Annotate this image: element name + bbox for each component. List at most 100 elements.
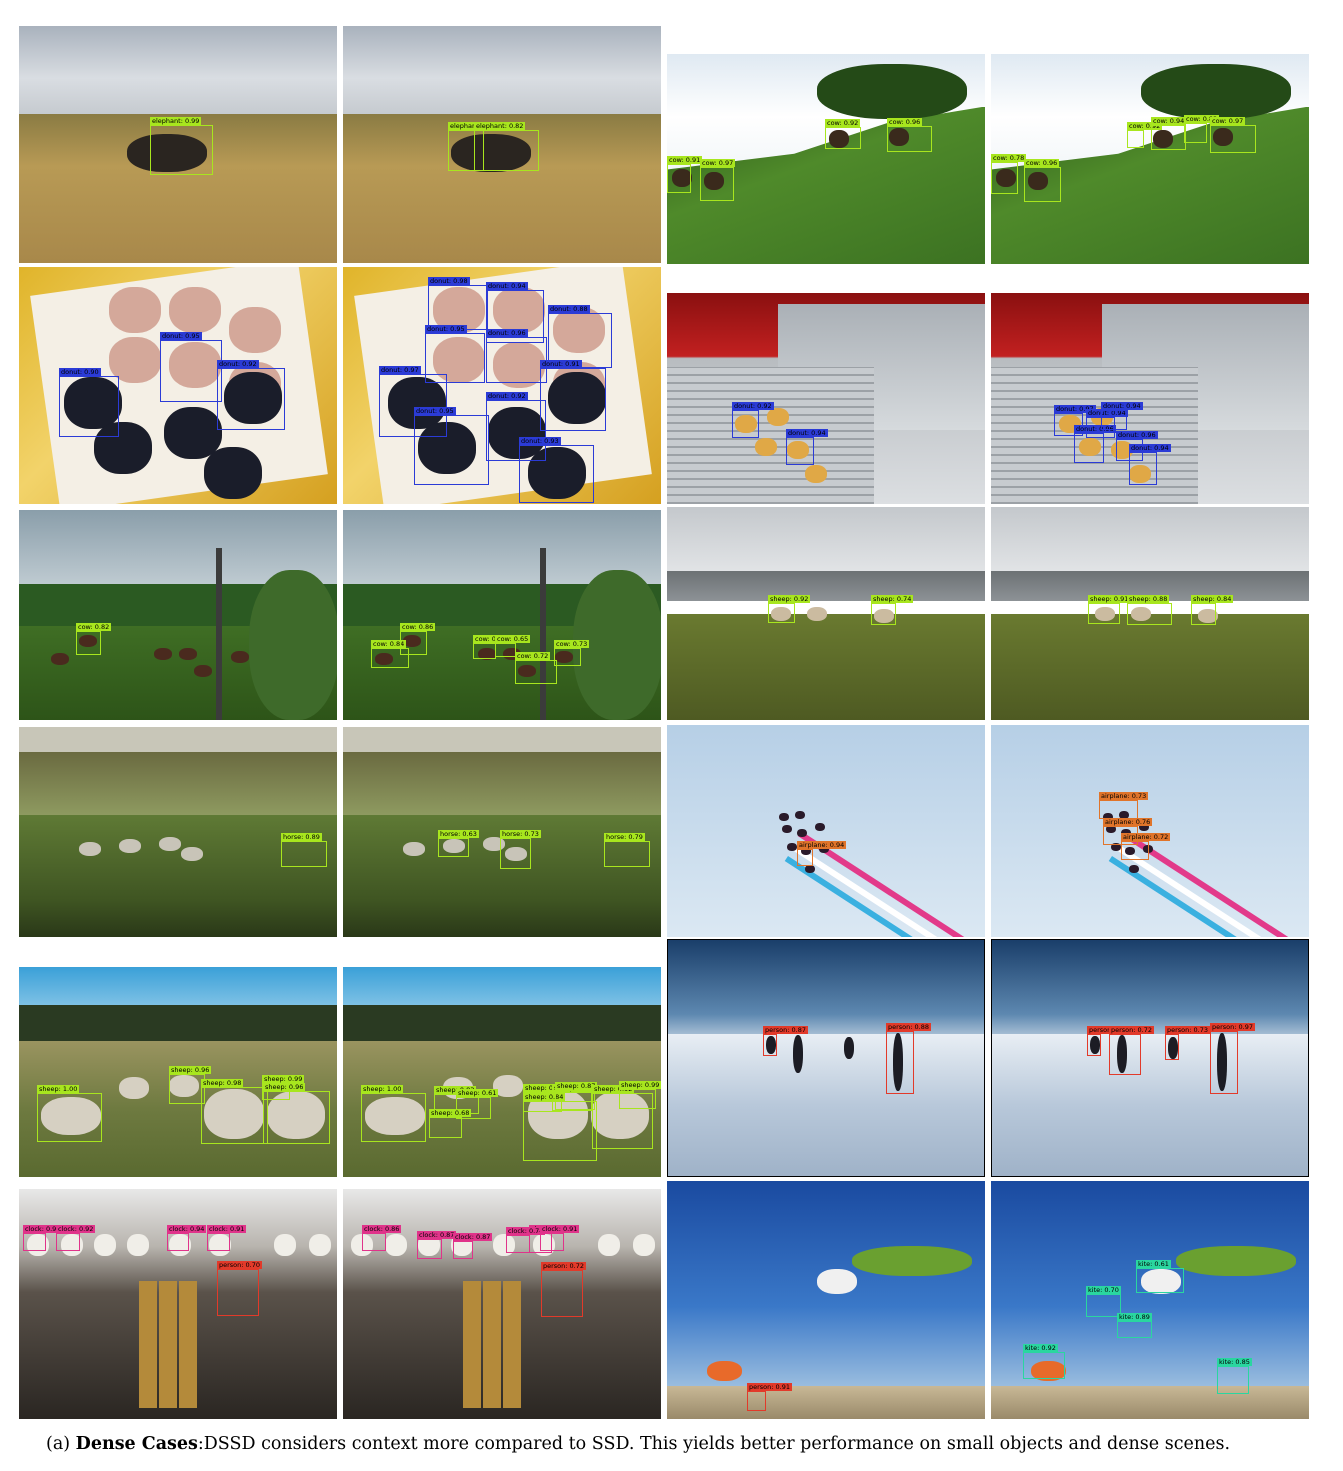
clock-detection-box: clock: 0.91 <box>540 1225 580 1251</box>
clock-detection-box: clock: 0.92 <box>56 1225 96 1251</box>
caption-bold: Dense Cases <box>75 1434 198 1454</box>
person-shape <box>793 1035 803 1073</box>
photo-panel-savanna-elephants: elephant: 0.99elephant: 0.82 <box>343 26 661 263</box>
cow-shape <box>154 648 172 660</box>
cow-detection-box: cow: 0.97 <box>700 159 736 201</box>
photo-panel-pasture-sheep: sheep: 1.00 sheep: 0.96 sheep: 0.98 sheep: … <box>19 967 337 1177</box>
horse-detection-box: horse: 0.63 <box>438 830 479 857</box>
donut-shape <box>204 447 262 499</box>
caption-prefix: (a) <box>46 1434 76 1454</box>
detection-label: sheep: 0.61 <box>456 1089 499 1097</box>
person-detection-box: person: 0.72 <box>541 1262 587 1317</box>
cow-detection-box: cow: 0.65 <box>495 635 531 657</box>
detection-label: airplane: 0.73 <box>1099 792 1149 800</box>
photo-panel-clock-shop: clock: 0.86 clock: 0.87 clock: 0.87 clock: … <box>343 1189 661 1419</box>
clock-face <box>598 1234 620 1256</box>
detection-label: horse: 0.63 <box>438 830 479 838</box>
detection-label: sheep: 1.00 <box>361 1085 404 1093</box>
sheep-detection-box: sheep: 0.91 <box>1088 595 1131 624</box>
horse-shape <box>159 837 181 851</box>
photo-panel-pole-field: cow: 0.84 cow: 0.86 cow: 0.67 cow: 0.65 cow:… <box>343 510 661 720</box>
cow-detection-box: cow: 0.82 <box>1184 115 1220 143</box>
sheep-detection-box: sheep: 0.96 <box>263 1083 330 1144</box>
elephant-detection-box: elephant: 0.82 <box>474 122 539 171</box>
detection-label: sheep: 1.00 <box>37 1085 80 1093</box>
detection-label: cow: 0.86 <box>400 623 436 631</box>
sheep-detection-box: sheep: 0.74 <box>871 595 914 625</box>
detection-label: sheep: 0.96 <box>169 1066 212 1074</box>
photo-panel-misty-horses: horse: 0.63 horse: 0.73 horse: 0.79 <box>343 727 661 937</box>
horse-shape <box>181 847 203 861</box>
detection-label: donut: 0.94 <box>1101 402 1143 410</box>
sheep-shape <box>807 607 827 621</box>
kite-detection-box: kite: 0.61 <box>1136 1260 1184 1293</box>
caption-text: :DSSD considers context more compared to… <box>197 1434 1231 1454</box>
donut-shape <box>109 287 161 333</box>
detection-label: donut: 0.92 <box>732 402 774 410</box>
detection-label: clock: 0.94 <box>167 1225 207 1233</box>
cow-detection-box: cow: 0.78 <box>991 154 1027 194</box>
kite-shape <box>817 1269 857 1294</box>
cow-detection-box: cow: 0.73 <box>554 640 590 666</box>
donut-detection-box: donut: 0.96 <box>486 329 547 383</box>
detection-label: donut: 0.94 <box>1129 444 1171 452</box>
airplane-shape <box>805 865 815 873</box>
detection-label: donut: 0.94 <box>786 429 828 437</box>
detection-label: sheep: 0.92 <box>768 595 811 603</box>
airplane-shape <box>1129 865 1139 873</box>
donut-detection-box: donut: 0.92 <box>217 360 285 430</box>
kite-shape <box>707 1361 742 1381</box>
photo-panel-misty-horses: horse: 0.89 <box>19 727 337 937</box>
donut-detection-box: donut: 0.95 <box>160 332 222 402</box>
detection-label: cow: 0.82 <box>76 623 112 631</box>
clock-detection-box: clock: 0.91 <box>23 1225 63 1251</box>
sheep-detection-box: sheep: 1.00 <box>361 1085 426 1142</box>
detection-label: person: 0.72 <box>541 1262 587 1270</box>
photo-panel-donut-box: donut: 0.90 donut: 0.95 donut: 0.92 <box>19 267 337 504</box>
detection-label: donut: 0.96 <box>486 329 528 337</box>
detection-label: airplane: 0.72 <box>1121 833 1171 841</box>
cow-detection-box: cow: 0.94 <box>1151 117 1187 150</box>
clock-face <box>633 1234 655 1256</box>
cow-detection-box: cow: 0.92 <box>825 119 861 149</box>
clock-face <box>309 1234 331 1256</box>
sheep-detection-box: sheep: 0.84 <box>523 1093 597 1161</box>
airplane-detection-box: airplane: 0.73 <box>1099 792 1149 819</box>
detection-label: airplane: 0.94 <box>797 841 847 849</box>
donut-detection-box: donut: 0.94 <box>1129 444 1171 485</box>
photo-panel-moor-sheep: sheep: 0.91 sheep: 0.88 sheep: 0.84 <box>991 507 1309 720</box>
photo-panel-snow-people: person: 0.71person: 0.72 person: 0.73pers… <box>991 939 1309 1177</box>
detection-label: cow: 0.78 <box>991 154 1027 162</box>
person-detection-box: person: 0.73 <box>1165 1026 1211 1060</box>
photo-panel-airshow: airplane: 0.73 airplane: 0.76 airplane: 0.… <box>991 725 1309 937</box>
detection-label: donut: 0.97 <box>379 366 421 374</box>
detection-label: cow: 0.96 <box>1024 159 1060 167</box>
clock-face <box>274 1234 296 1256</box>
horse-detection-box: horse: 0.89 <box>281 833 327 867</box>
cow-detection-box: cow: 0.67 <box>473 635 509 659</box>
person-detection-box: person: 0.97 <box>1210 1023 1256 1094</box>
detection-label: donut: 0.95 <box>425 325 467 333</box>
detection-label: elephant: 0.99 <box>150 117 202 125</box>
figure-caption: (a) Dense Cases:DSSD considers context m… <box>46 1434 1336 1454</box>
kite-shape <box>852 1246 972 1276</box>
cow-detection-box: cow: 0.96 <box>887 118 932 152</box>
person-detection-box: person: 0.87 <box>763 1026 809 1056</box>
donut-shape <box>169 287 221 333</box>
clock-detection-box: clock: 0.87 <box>453 1233 493 1259</box>
detection-label: cow: 0.96 <box>887 118 923 126</box>
detection-label: kite: 0.92 <box>1023 1344 1058 1352</box>
person-detection-box: person: 0.88 <box>886 1023 932 1094</box>
detection-label: person: 0.97 <box>1210 1023 1256 1031</box>
airplane-shape <box>795 811 805 819</box>
detection-label: clock: 0.91 <box>540 1225 580 1233</box>
donut-detection-box: donut: 0.98 <box>428 277 488 330</box>
detection-label: airplane: 0.76 <box>1103 818 1153 826</box>
sheep-detection-box: sheep: 0.96 <box>169 1066 212 1104</box>
cow-detection-box: cow: 0.91 <box>667 156 703 193</box>
person-detection-box: person: 0.91 <box>747 1383 793 1411</box>
detection-label: sheep: 0.96 <box>263 1083 306 1091</box>
cow-detection-box: cow: 0.86 <box>400 623 436 655</box>
airplane-detection-box: airplane: 0.94 <box>797 841 847 866</box>
detection-label: donut: 0.95 <box>160 332 202 340</box>
